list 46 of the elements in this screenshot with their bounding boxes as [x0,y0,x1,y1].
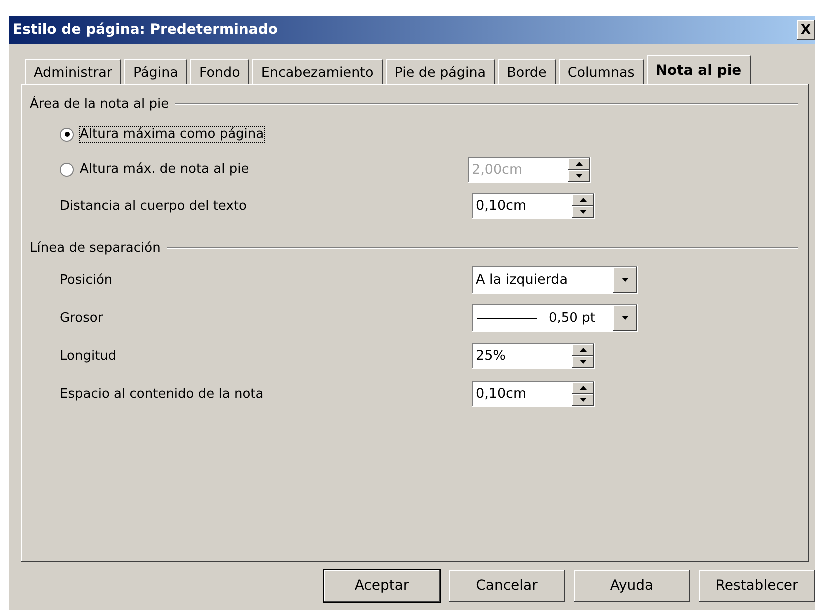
spin-field[interactable]: 0,10cm [472,381,595,407]
down-arrow-icon [580,360,586,364]
close-button[interactable]: X [797,20,815,40]
dialog-button[interactable]: Restablecer [699,570,815,602]
field-label: Grosor [60,310,104,326]
tab[interactable]: Administrar [25,59,122,84]
radio-label[interactable]: Altura máx. de nota al pie [80,162,250,177]
dialog-button[interactable]: Ayuda [574,570,690,602]
field-label: Distancia al cuerpo del texto [60,198,247,214]
spin-up-button[interactable] [572,382,594,394]
down-arrow-icon [580,210,586,214]
up-arrow-icon [580,348,586,352]
spin-up-button[interactable] [572,344,594,356]
down-arrow-icon [622,278,628,282]
tab[interactable]: Fondo [190,59,250,84]
up-arrow-icon [580,386,586,390]
field-label: Posición [60,272,113,288]
group-heading: Línea de separación [30,240,161,256]
spin-field[interactable]: 25% [472,343,595,369]
dialog-button[interactable]: Aceptar [324,570,440,602]
tab[interactable]: Encabezamiento [252,59,383,84]
field-label: Espacio al contenido de la nota [60,386,264,402]
down-arrow-icon [622,316,628,320]
window-title: Estilo de página: Predeterminado [13,22,278,38]
spin-down-button[interactable] [572,356,594,368]
group-heading: Área de la nota al pie [30,96,170,112]
tab[interactable]: Pie de página [386,59,496,84]
up-arrow-icon [576,162,582,166]
spin-down-button[interactable] [572,206,594,218]
tab[interactable]: Columnas [558,59,644,84]
tab[interactable]: Página [124,59,188,84]
radio-label[interactable]: Altura máxima como página [80,127,264,142]
spin-up-button[interactable] [572,194,594,206]
spin-down-button[interactable] [572,394,594,406]
up-arrow-icon [580,198,586,202]
dialog-button[interactable]: Cancelar [449,570,565,602]
line-width-dropdown[interactable]: 0,50 pt [472,304,638,332]
spin-field[interactable]: 0,10cm [472,193,595,219]
down-arrow-icon [576,174,582,178]
radio-button[interactable] [60,128,74,142]
tab[interactable]: Borde [498,59,556,84]
tab[interactable]: Nota al pie [646,55,751,84]
field-label: Longitud [60,348,117,364]
radio-button[interactable] [60,162,74,176]
down-arrow-icon [580,398,586,402]
dropdown[interactable]: A la izquierda [472,266,638,294]
